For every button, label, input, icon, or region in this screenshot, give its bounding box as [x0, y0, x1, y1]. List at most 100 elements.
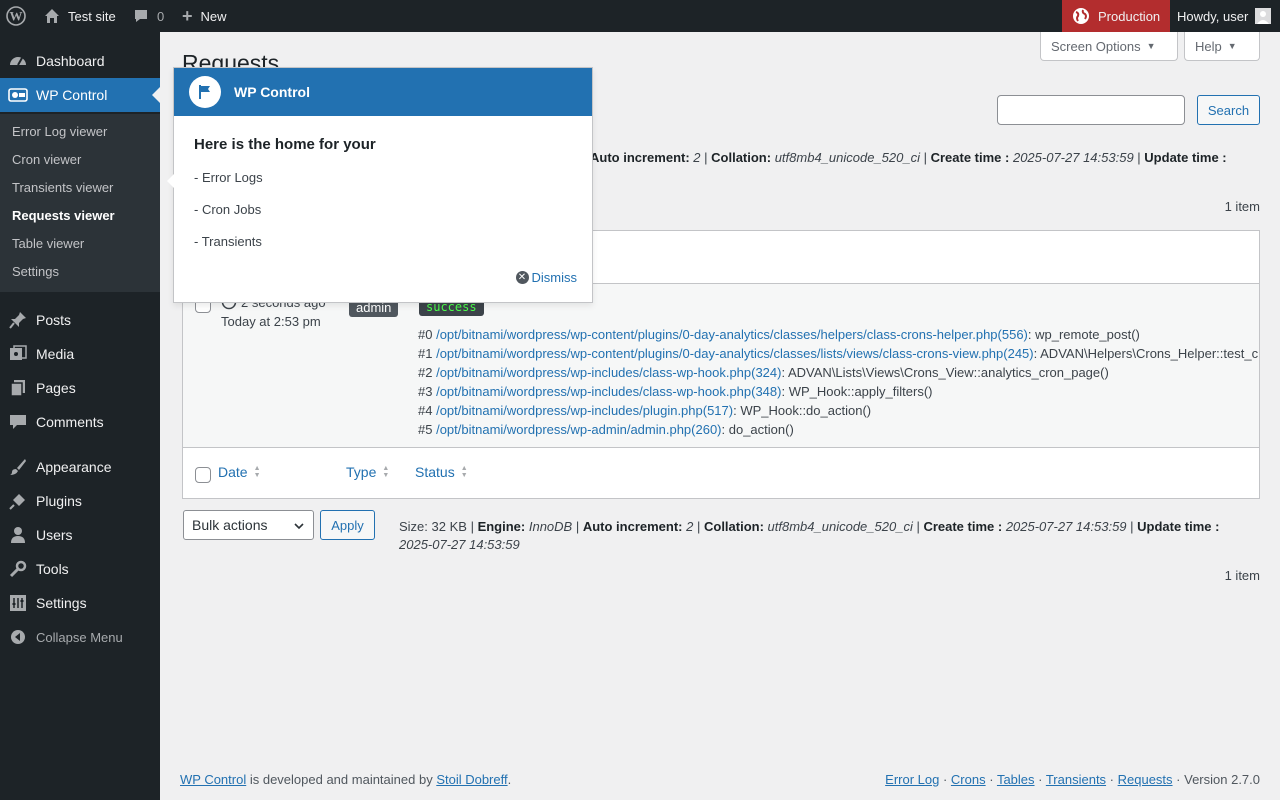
- footer-link-transients[interactable]: Transients: [1046, 772, 1106, 787]
- footer-link-crons[interactable]: Crons: [951, 772, 986, 787]
- new-label: New: [200, 8, 227, 24]
- search-button[interactable]: Search: [1197, 95, 1260, 125]
- menu-item-dashboard[interactable]: Dashboard: [0, 44, 160, 78]
- info-value: 2: [686, 519, 694, 534]
- submenu-transients[interactable]: Transients viewer: [12, 180, 113, 195]
- collapse-menu-button[interactable]: Collapse Menu: [0, 620, 160, 654]
- info-label: Create time :: [930, 150, 1010, 165]
- media-icon: [0, 345, 36, 363]
- sort-icon: ▲ ▼: [253, 465, 261, 479]
- plugin-link[interactable]: WP Control: [180, 772, 246, 787]
- footer-links: Error Log · Crons · Tables · Transients …: [885, 772, 1260, 787]
- info-value: 2025-07-27 14:53:59: [1005, 519, 1127, 534]
- menu-item-settings[interactable]: Settings: [0, 586, 160, 620]
- column-status[interactable]: Status ▲ ▼: [415, 464, 468, 480]
- wp-control-pointer: WP Control Here is the home for your - E…: [167, 67, 593, 303]
- wordpress-logo-icon[interactable]: W: [6, 0, 28, 32]
- submenu-requests[interactable]: Requests viewer: [12, 208, 115, 223]
- trace-call: : wp_remote_post(): [1027, 327, 1140, 342]
- bulk-actions-select[interactable]: Bulk actions: [183, 510, 314, 540]
- info-label: Engine:: [477, 519, 526, 534]
- howdy-label: Howdy, user: [1177, 8, 1249, 24]
- trace-line: #4 /opt/bitnami/wordpress/wp-includes/pl…: [418, 403, 871, 418]
- trace-call: : WP_Hook::do_action(): [733, 403, 872, 418]
- new-content-link[interactable]: + New: [182, 0, 227, 32]
- menu-item-wp-control[interactable]: WP Control: [0, 78, 160, 112]
- menu-item-appearance[interactable]: Appearance: [0, 450, 160, 484]
- info-label: Collation:: [703, 519, 764, 534]
- info-label: Collation:: [711, 150, 772, 165]
- caret-down-icon: ▼: [1146, 41, 1156, 51]
- menu-item-pages[interactable]: Pages: [0, 371, 160, 405]
- menu-item-label: Tools: [36, 561, 69, 577]
- trace-file-link[interactable]: /opt/bitnami/wordpress/wp-admin/admin.ph…: [436, 422, 721, 437]
- submenu-settings[interactable]: Settings: [12, 264, 59, 279]
- column-date[interactable]: Date ▲ ▼: [218, 464, 261, 480]
- info-label: Auto increment:: [582, 519, 683, 534]
- info-value: InnoDB: [528, 519, 573, 534]
- menu-item-label: Settings: [36, 595, 87, 611]
- my-account-link[interactable]: Howdy, user: [1177, 0, 1272, 32]
- trace-index: #5: [418, 422, 433, 437]
- menu-item-label: Plugins: [36, 493, 82, 509]
- trace-file-link[interactable]: /opt/bitnami/wordpress/wp-content/plugin…: [436, 346, 1034, 361]
- column-type[interactable]: Type ▲ ▼: [346, 464, 389, 480]
- sort-icon: ▲ ▼: [382, 465, 390, 479]
- trace-line: #0 /opt/bitnami/wordpress/wp-content/plu…: [418, 327, 1140, 342]
- help-button[interactable]: Help ▼: [1184, 32, 1260, 61]
- apply-button[interactable]: Apply: [320, 510, 375, 540]
- trace-index: #0: [418, 327, 433, 342]
- submenu-error-log[interactable]: Error Log viewer: [12, 124, 107, 139]
- trace-file-link[interactable]: /opt/bitnami/wordpress/wp-includes/plugi…: [436, 403, 733, 418]
- menu-item-media[interactable]: Media: [0, 337, 160, 371]
- footer-link-tables[interactable]: Tables: [997, 772, 1035, 787]
- menu-item-posts[interactable]: Posts: [0, 303, 160, 337]
- flag-icon: [189, 76, 221, 108]
- submenu-table[interactable]: Table viewer: [12, 236, 84, 251]
- screen-options-button[interactable]: Screen Options ▼: [1040, 32, 1178, 61]
- menu-item-plugins[interactable]: Plugins: [0, 484, 160, 518]
- info-value: 2025-07-27 14:53:59: [399, 537, 520, 552]
- environment-badge[interactable]: Production: [1062, 0, 1170, 32]
- trace-file-link[interactable]: /opt/bitnami/wordpress/wp-includes/class…: [436, 384, 781, 399]
- items-count-top: 1 item: [1224, 199, 1260, 214]
- trace-line: #2 /opt/bitnami/wordpress/wp-includes/cl…: [418, 365, 1109, 380]
- info-label: Update time :: [1137, 519, 1220, 534]
- footer-link-requests[interactable]: Requests: [1118, 772, 1173, 787]
- author-link[interactable]: Stoil Dobreff: [436, 772, 507, 787]
- pointer-line: - Error Logs: [194, 170, 263, 185]
- info-label: Update time :: [1144, 150, 1227, 165]
- select-all-checkbox[interactable]: [195, 467, 211, 483]
- trace-file-link[interactable]: /opt/bitnami/wordpress/wp-content/plugin…: [436, 327, 1028, 342]
- footer-link-error-log[interactable]: Error Log: [885, 772, 939, 787]
- pages-icon: [0, 379, 36, 397]
- dismiss-button[interactable]: ✕ Dismiss: [515, 270, 577, 285]
- trace-index: #2: [418, 365, 433, 380]
- comment-bubble-icon: [133, 8, 149, 24]
- table-info-top: Auto increment: 2 | Collation: utf8mb4_u…: [590, 150, 1227, 165]
- trace-call: : WP_Hook::apply_filters(): [781, 384, 933, 399]
- brush-icon: [0, 458, 36, 476]
- comments-count: 0: [157, 8, 165, 24]
- admin-bar: W Test site 0 + New Production Howdy, us…: [0, 0, 1280, 32]
- trace-call: : do_action(): [721, 422, 794, 437]
- trace-file-link[interactable]: /opt/bitnami/wordpress/wp-includes/class…: [436, 365, 781, 380]
- comments-link[interactable]: 0: [133, 0, 164, 32]
- user-icon: [0, 526, 36, 544]
- trace-line: #5 /opt/bitnami/wordpress/wp-admin/admin…: [418, 422, 794, 437]
- pointer-line: - Cron Jobs: [194, 202, 262, 217]
- site-name-link[interactable]: Test site: [44, 0, 116, 32]
- menu-item-users[interactable]: Users: [0, 518, 160, 552]
- trace-index: #3: [418, 384, 433, 399]
- info-value: 2025-07-27 14:53:59: [1012, 150, 1134, 165]
- search-input[interactable]: [997, 95, 1185, 125]
- chevron-down-icon: [293, 519, 305, 535]
- menu-item-tools[interactable]: Tools: [0, 552, 160, 586]
- bulk-actions-value: Bulk actions: [192, 517, 268, 533]
- dashboard-icon: [0, 52, 36, 70]
- menu-item-comments[interactable]: Comments: [0, 405, 160, 439]
- plug-icon: [0, 492, 36, 510]
- menu-item-label: WP Control: [36, 87, 108, 103]
- info-value: 32 KB: [431, 519, 467, 534]
- submenu-cron[interactable]: Cron viewer: [12, 152, 81, 167]
